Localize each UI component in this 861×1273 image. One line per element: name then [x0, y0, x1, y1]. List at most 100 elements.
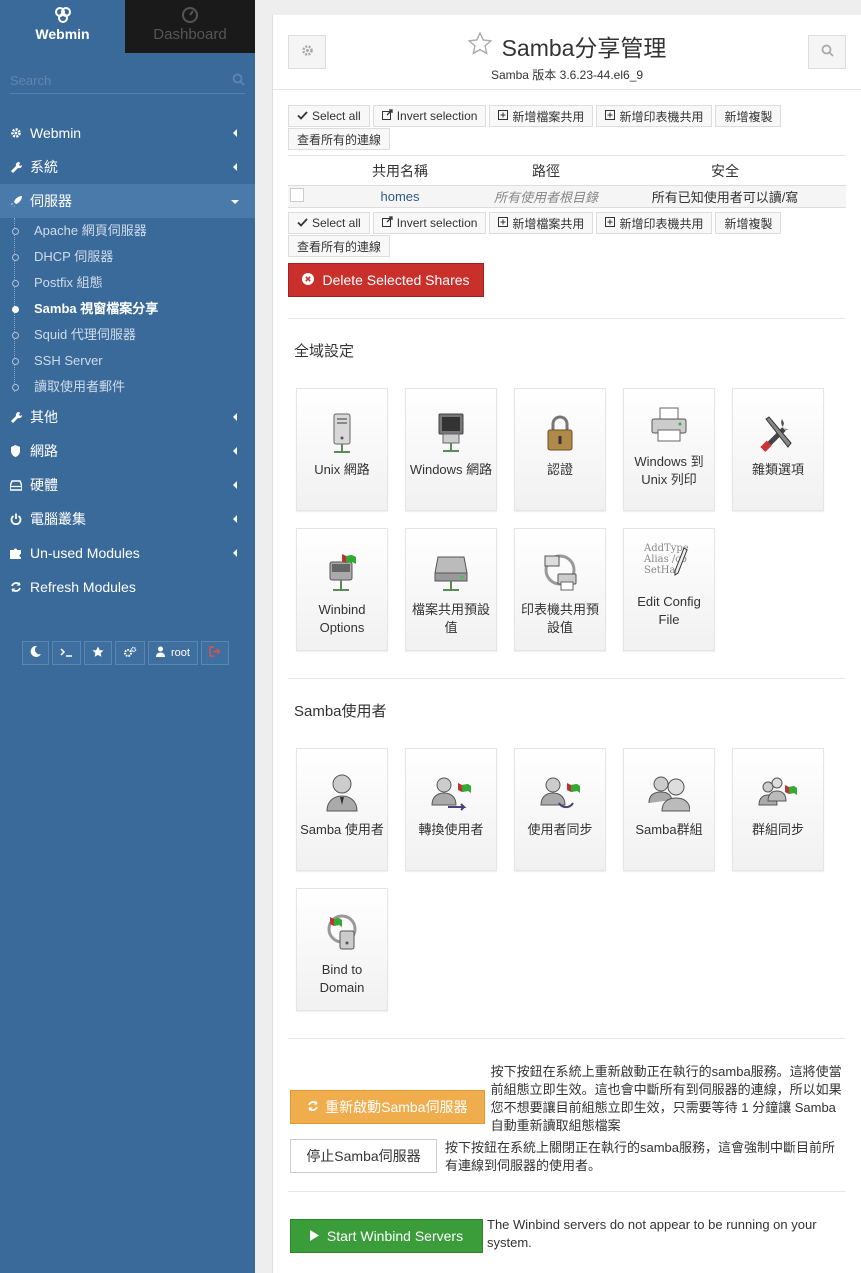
invert-selection-button[interactable]: Invert selection [372, 212, 487, 234]
add-printer-share-button[interactable]: 新增印表機共用 [596, 212, 713, 234]
tile-label: Bind to Domain [319, 962, 365, 995]
tile-windows-networking[interactable]: Windows 網路 [405, 388, 497, 511]
delete-selected-shares-button[interactable]: Delete Selected Shares [288, 263, 484, 297]
divider [288, 678, 846, 679]
sidebar-subitem-ssh[interactable]: SSH Server [0, 348, 255, 374]
server-icon [321, 411, 363, 455]
tile-windows-unix-printing[interactable]: Windows 到 Unix 列印 [623, 388, 715, 511]
view-connections-button[interactable]: 查看所有的連線 [288, 235, 391, 257]
tile-edit-config-file[interactable]: AddType Alias /co SetHa Edit Config File [623, 528, 715, 651]
dashboard-icon [125, 6, 255, 26]
start-winbind-button[interactable]: Start Winbind Servers [290, 1219, 483, 1253]
tile-label: 雜類選項 [751, 462, 804, 477]
tile-user-sync[interactable]: 使用者同步 [514, 748, 606, 871]
tile-winbind-options[interactable]: Winbind Options [296, 528, 388, 651]
stop-samba-label: 停止Samba伺服器 [306, 1148, 421, 1164]
add-printer-share-button[interactable]: 新增印表機共用 [596, 105, 713, 127]
row-checkbox[interactable] [290, 188, 304, 202]
plus-square-icon [498, 109, 509, 123]
restart-samba-button[interactable]: 重新啟動Samba伺服器 [290, 1090, 485, 1124]
sidebar-subitem-apache[interactable]: Apache 網頁伺服器 [0, 218, 255, 244]
sidebar-item-cluster[interactable]: 電腦叢集 [0, 502, 255, 536]
tile-bind-to-domain[interactable]: Bind to Domain [296, 888, 388, 1011]
user-icon [156, 646, 165, 660]
select-all-button[interactable]: Select all [288, 105, 370, 127]
checkbox-column-header [288, 156, 312, 186]
restart-action-row: 重新啟動Samba伺服器 按下按鈕在系統上重新啟動正在執行的samba服務。這將… [288, 1063, 846, 1135]
sidebar: Webmin Dashboard Webmin 系統 伺服器 [0, 0, 255, 1273]
tile-label: Winbind Options [318, 602, 366, 635]
winbind-icon [321, 551, 363, 595]
tile-samba-groups[interactable]: Samba群組 [623, 748, 715, 871]
add-copy-label: 新增複製 [724, 109, 773, 124]
sidebar-item-network[interactable]: 網路 [0, 434, 255, 468]
sidebar-item-hardware[interactable]: 硬體 [0, 468, 255, 502]
group-sync-icon [757, 771, 799, 815]
sidebar-item-others[interactable]: 其他 [0, 400, 255, 434]
logout-icon [209, 646, 221, 660]
tile-authentication[interactable]: 認證 [514, 388, 606, 511]
sidebar-subitem-squid[interactable]: Squid 代理伺服器 [0, 322, 255, 348]
search-button[interactable] [808, 35, 846, 69]
wrench-icon [10, 411, 30, 424]
tile-group-sync[interactable]: 群組同步 [732, 748, 824, 871]
shield-icon [10, 445, 30, 457]
tab-dashboard[interactable]: Dashboard [125, 0, 255, 53]
tab-webmin[interactable]: Webmin [0, 0, 125, 53]
printer-share-icon [539, 551, 581, 595]
user-convert-icon [430, 771, 472, 815]
favorite-star-icon[interactable] [467, 30, 493, 61]
view-connections-button[interactable]: 查看所有的連線 [288, 128, 391, 150]
sidebar-item-label: Refresh Modules [30, 579, 136, 595]
samba-users-grid: Samba 使用者 轉換使用者 使用者同步 Samba群組 群組同步 Bind … [296, 748, 856, 1028]
tile-label: Samba 使用者 [300, 822, 384, 837]
logout-button[interactable] [200, 641, 229, 665]
group-icon [648, 771, 690, 815]
view-connections-label: 查看所有的連線 [297, 132, 382, 147]
tile-label: Samba群組 [635, 822, 703, 837]
add-copy-button[interactable]: 新增複製 [715, 105, 782, 127]
tile-printer-share-defaults[interactable]: 印表機共用預設值 [514, 528, 606, 651]
tile-samba-users[interactable]: Samba 使用者 [296, 748, 388, 871]
table-header-row: 共用名稱 路徑 安全 [288, 156, 846, 186]
sidebar-item-servers[interactable]: 伺服器 [0, 184, 255, 218]
share-toolbar-top: Select all Invert selection 新增檔案共用 新增印表機… [288, 105, 846, 151]
sidebar-subitem-read-mail[interactable]: 讀取使用者郵件 [0, 374, 255, 400]
terminal-button[interactable] [52, 641, 81, 665]
page-subtitle: Samba 版本 3.6.23-44.el6_9 [490, 68, 644, 82]
search-icon[interactable] [232, 73, 245, 89]
favorites-button[interactable] [84, 641, 112, 665]
add-file-share-button[interactable]: 新增檔案共用 [489, 105, 594, 127]
add-printer-share-label: 新增印表機共用 [619, 109, 704, 124]
settings-button[interactable] [115, 641, 145, 665]
share-name-link[interactable]: homes [380, 189, 419, 204]
page-title: Samba分享管理 [501, 35, 667, 61]
search-input[interactable] [10, 73, 210, 88]
sidebar-item-webmin[interactable]: Webmin [0, 116, 255, 150]
share-security-cell: 所有已知使用者可以讀/寫 [604, 185, 846, 208]
tile-file-share-defaults[interactable]: 檔案共用預設值 [405, 528, 497, 651]
select-all-button[interactable]: Select all [288, 212, 370, 234]
tile-label: 印表機共用預設值 [520, 602, 599, 635]
invert-selection-button[interactable]: Invert selection [372, 105, 487, 127]
tile-label: Windows 網路 [409, 462, 493, 477]
add-printer-share-label: 新增印表機共用 [619, 216, 704, 231]
sidebar-item-refresh-modules[interactable]: Refresh Modules [0, 570, 255, 604]
tile-misc-options[interactable]: 雜類選項 [732, 388, 824, 511]
sidebar-subitem-postfix[interactable]: Postfix 組態 [0, 270, 255, 296]
sidebar-item-system[interactable]: 系統 [0, 150, 255, 184]
sidebar-subitem-dhcp[interactable]: DHCP 伺服器 [0, 244, 255, 270]
tile-convert-users[interactable]: 轉換使用者 [405, 748, 497, 871]
user-sync-icon [539, 771, 581, 815]
sidebar-subitem-samba[interactable]: Samba 視窗檔案分享 [0, 296, 255, 322]
add-copy-button[interactable]: 新增複製 [715, 212, 782, 234]
stop-samba-button[interactable]: 停止Samba伺服器 [290, 1139, 437, 1173]
tile-unix-networking[interactable]: Unix 網路 [296, 388, 388, 511]
user-button[interactable]: root [148, 641, 198, 665]
monitor-icon [430, 411, 472, 455]
bind-domain-icon [321, 911, 363, 955]
night-mode-button[interactable] [22, 641, 49, 665]
add-file-share-button[interactable]: 新增檔案共用 [489, 212, 594, 234]
page-header: Samba分享管理 Samba 版本 3.6.23-44.el6_9 [273, 15, 861, 90]
sidebar-item-unused-modules[interactable]: Un-used Modules [0, 536, 255, 570]
